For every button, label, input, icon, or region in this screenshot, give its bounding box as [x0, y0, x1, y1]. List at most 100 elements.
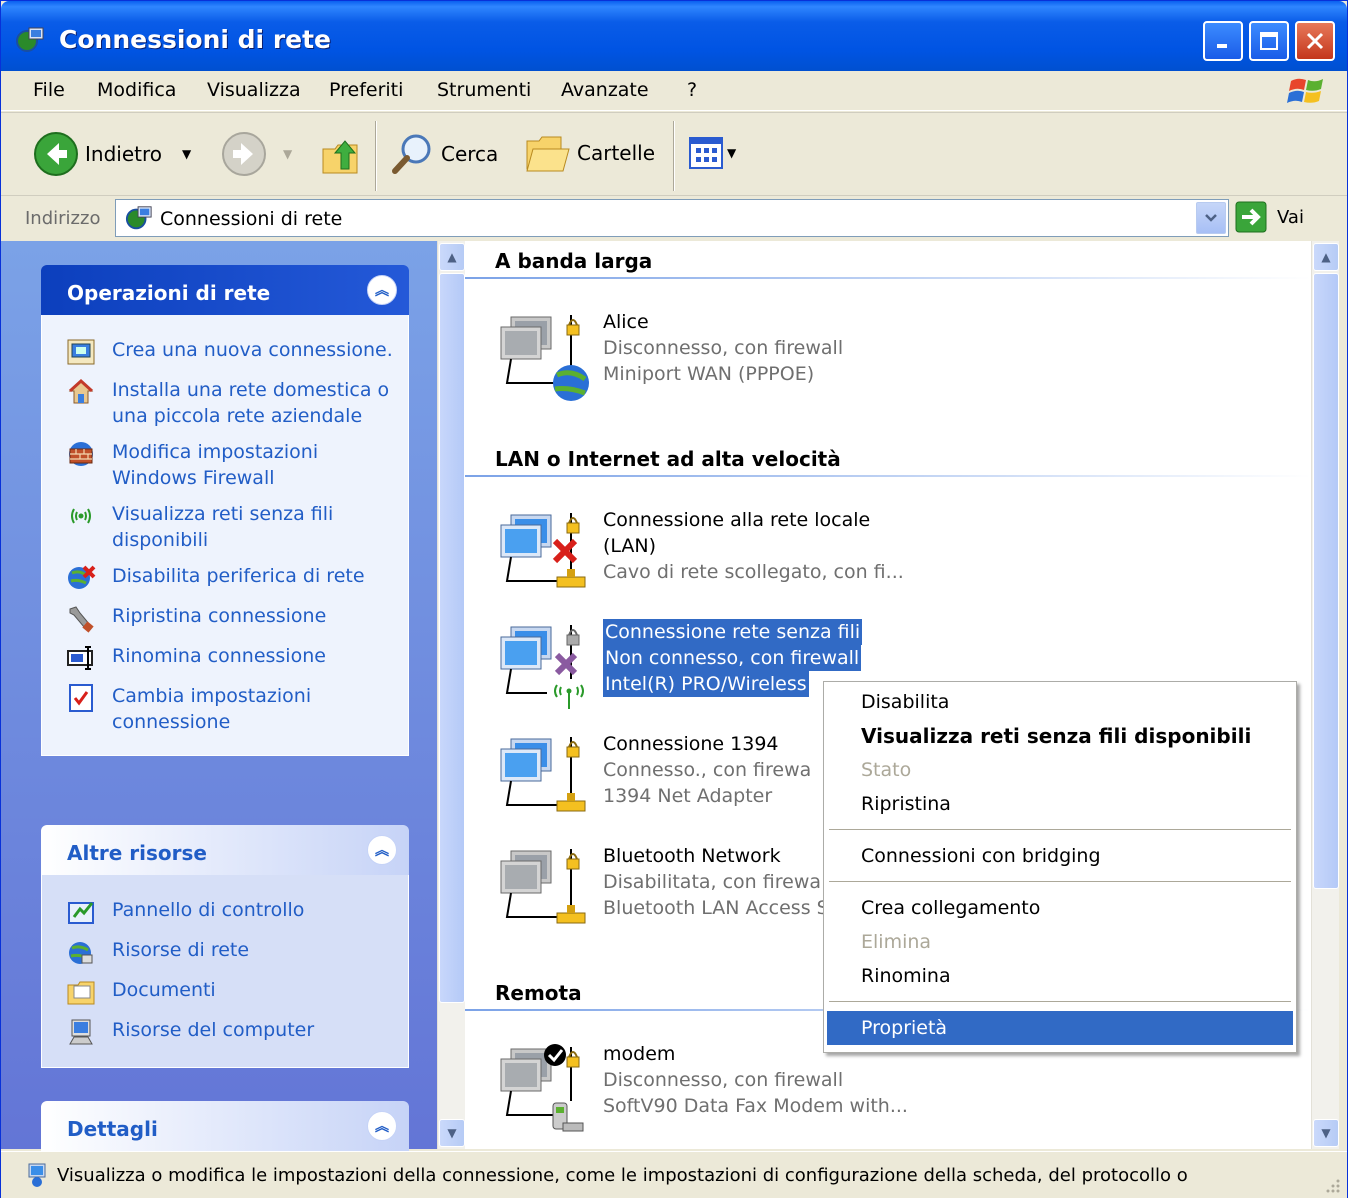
task-pane-scrollbar[interactable]: ▲ ▼	[437, 241, 465, 1149]
connection-item[interactable]: Connessione alla rete locale (LAN) Cavo …	[497, 507, 917, 607]
task-repair[interactable]: Ripristina connessione	[42, 599, 408, 639]
network-tasks-body: Crea una nuova connessione. Installa una…	[41, 315, 409, 756]
views-dropdown-icon[interactable]: ▼	[727, 146, 736, 160]
network-tasks-panel: Operazioni di rete ︽ Crea una nuova conn…	[41, 265, 409, 756]
search-button[interactable]: Cerca	[389, 131, 498, 177]
repair-icon	[69, 606, 94, 633]
menu-item-status[interactable]: Stato	[827, 753, 1293, 787]
task-firewall[interactable]: Modifica impostazioni Windows Firewall	[42, 435, 408, 497]
connection-device: 1394 Net Adapter	[603, 785, 773, 807]
menu-bar: File Modifica Visualizza Preferiti Strum…	[1, 71, 1347, 111]
other-places-title: Altre risorse	[67, 841, 207, 865]
place-network-places[interactable]: Risorse di rete	[42, 933, 408, 973]
views-button[interactable]: ▼	[689, 137, 736, 169]
resize-grip-icon[interactable]	[1323, 1176, 1341, 1194]
menu-item-view-wireless[interactable]: Visualizza reti senza fili disponibili	[827, 719, 1293, 753]
connection-text: Alice Disconnesso, con firewall Miniport…	[603, 309, 843, 387]
address-bar: Indirizzo Connessioni di rete Vai	[1, 197, 1347, 241]
place-control-panel[interactable]: Pannello di controllo	[42, 893, 408, 933]
connection-name-cont: (LAN)	[603, 535, 657, 557]
other-places-body: Pannello di controllo Risorse di rete Do…	[41, 875, 409, 1068]
scroll-down-button[interactable]: ▼	[439, 1119, 465, 1147]
menu-item-rename[interactable]: Rinomina	[827, 959, 1293, 993]
folders-button[interactable]: Cartelle	[525, 131, 655, 175]
documents-icon	[67, 981, 95, 1005]
forward-button[interactable]: ▼	[221, 131, 292, 177]
menu-item-repair[interactable]: Ripristina	[827, 787, 1293, 821]
task-home-network[interactable]: Installa una rete domestica o una piccol…	[42, 373, 408, 435]
network-places-icon	[69, 942, 93, 964]
go-button[interactable]: Vai	[1235, 201, 1304, 233]
scroll-down-button[interactable]: ▼	[1313, 1119, 1339, 1147]
address-dropdown-button[interactable]	[1196, 202, 1226, 234]
network-tasks-header[interactable]: Operazioni di rete ︽	[41, 265, 409, 315]
chevron-down-icon	[1205, 214, 1217, 222]
menu-item-properties[interactable]: Proprietà	[827, 1011, 1293, 1045]
collapse-icon[interactable]: ︽	[367, 1111, 397, 1141]
scroll-thumb[interactable]	[1313, 273, 1339, 889]
search-icon	[392, 134, 431, 174]
standard-toolbar: Indietro ▼ ▼ Cerca Cartelle ▼	[1, 112, 1347, 196]
menu-help[interactable]: ?	[687, 79, 697, 101]
connection-device: Miniport WAN (PPPOE)	[603, 363, 815, 385]
menu-file[interactable]: File	[33, 79, 65, 101]
connection-item[interactable]: modem Disconnesso, con firewall SoftV90 …	[497, 1041, 917, 1141]
menu-item-create-shortcut[interactable]: Crea collegamento	[827, 891, 1293, 925]
content-scrollbar[interactable]: ▲ ▼	[1311, 241, 1339, 1149]
task-rename[interactable]: Rinomina connessione	[42, 639, 408, 679]
details-title: Dettagli	[67, 1117, 158, 1141]
task-label: Visualizza reti senza fili disponibili	[112, 503, 334, 551]
title-bar[interactable]: Connessioni di rete	[1, 1, 1347, 71]
task-wireless[interactable]: Visualizza reti senza fili disponibili	[42, 497, 408, 559]
connection-status: Cavo di rete scollegato, con fi...	[603, 561, 904, 583]
connection-item[interactable]: Alice Disconnesso, con firewall Miniport…	[497, 309, 917, 409]
back-label: Indietro	[85, 142, 162, 166]
group-header: LAN o Internet ad alta velocità	[495, 447, 841, 471]
up-folder-button[interactable]	[319, 135, 363, 177]
other-places-header[interactable]: Altre risorse ︽	[41, 825, 409, 875]
folders-icon	[526, 136, 570, 172]
forward-dropdown-icon[interactable]: ▼	[283, 147, 292, 161]
back-dropdown-icon[interactable]: ▼	[182, 147, 191, 161]
task-new-connection[interactable]: Crea una nuova connessione.	[42, 333, 408, 373]
maximize-button[interactable]	[1249, 21, 1289, 61]
new-connection-icon	[67, 339, 95, 365]
details-panel: Dettagli ︽	[41, 1101, 409, 1151]
window-title: Connessioni di rete	[59, 25, 332, 54]
address-field[interactable]: Connessioni di rete	[115, 199, 1229, 237]
place-label: Pannello di controllo	[112, 899, 305, 921]
wireless-icon	[71, 508, 91, 524]
menu-favorites[interactable]: Preferiti	[329, 79, 403, 101]
task-change-settings[interactable]: Cambia impostazioni connessione	[42, 679, 408, 741]
connection-device: Intel(R) PRO/Wireless	[603, 671, 809, 697]
connection-name: Connessione alla rete locale	[603, 509, 871, 531]
scroll-up-button[interactable]: ▲	[1313, 243, 1339, 271]
maximize-icon	[1260, 32, 1278, 50]
task-label: Rinomina connessione	[112, 645, 326, 667]
menu-edit[interactable]: Modifica	[97, 79, 176, 101]
toolbar-separator	[375, 121, 377, 191]
menu-item-disable[interactable]: Disabilita	[827, 685, 1293, 719]
details-header[interactable]: Dettagli ︽	[41, 1101, 409, 1151]
menu-tools[interactable]: Strumenti	[437, 79, 531, 101]
scroll-thumb[interactable]	[439, 273, 465, 1003]
task-disable-device[interactable]: Disabilita periferica di rete	[42, 559, 408, 599]
address-value: Connessioni di rete	[160, 208, 343, 230]
collapse-icon[interactable]: ︽	[367, 835, 397, 865]
menu-view[interactable]: Visualizza	[207, 79, 301, 101]
scroll-up-button[interactable]: ▲	[439, 243, 465, 271]
back-button[interactable]: Indietro ▼	[33, 131, 191, 177]
place-documents[interactable]: Documenti	[42, 973, 408, 1013]
menu-item-delete[interactable]: Elimina	[827, 925, 1293, 959]
other-places-panel: Altre risorse ︽ Pannello di controllo Ri…	[41, 825, 409, 1068]
place-my-computer[interactable]: Risorse del computer	[42, 1013, 408, 1053]
connection-status: Connesso., con firewa	[603, 759, 812, 781]
menu-advanced[interactable]: Avanzate	[561, 79, 649, 101]
collapse-icon[interactable]: ︽	[367, 275, 397, 305]
lan-connection-icon	[500, 513, 586, 588]
menu-item-bridge[interactable]: Connessioni con bridging	[827, 839, 1293, 873]
close-button[interactable]	[1295, 21, 1335, 61]
status-text: Visualizza o modifica le impostazioni de…	[57, 1165, 1188, 1186]
minimize-button[interactable]	[1203, 21, 1243, 61]
firewall-icon	[69, 442, 93, 466]
